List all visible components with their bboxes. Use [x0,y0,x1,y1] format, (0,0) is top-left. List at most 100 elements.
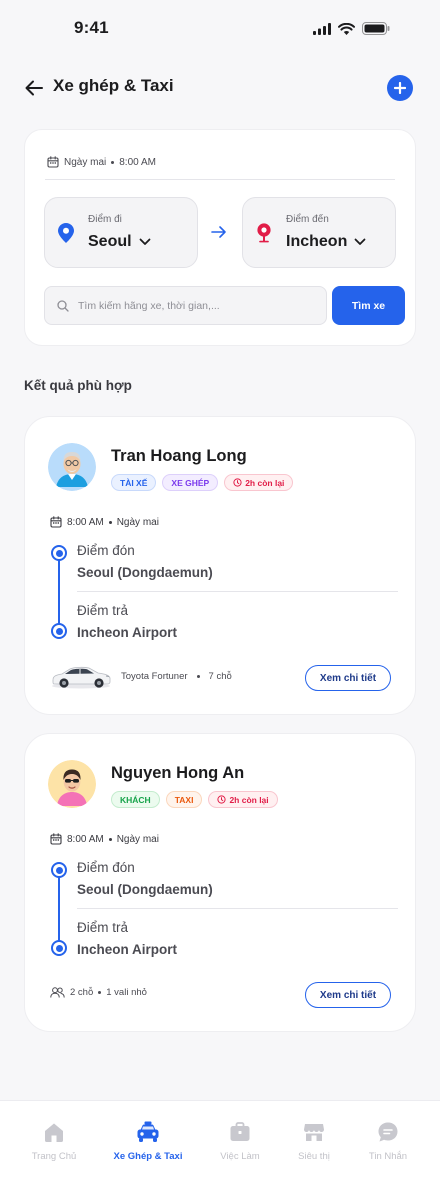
separator-dot [108,520,112,524]
results-title: Kết quả phù hợp [24,378,132,393]
calendar-icon [50,833,62,845]
view-details-button[interactable]: Xem chi tiết [305,982,391,1008]
search-time: 8:00 AM [119,156,156,168]
dropoff-value: Incheon Airport [77,625,177,640]
wifi-icon [338,22,355,35]
dropoff-value: Incheon Airport [77,942,177,957]
chevron-down-icon [139,238,150,245]
destination-value-row: Incheon [286,233,366,251]
destination-label: Điểm đến [286,214,329,225]
users-icon [50,987,65,998]
trip-time: 8:00 AM Ngày mai [50,516,159,528]
trip-time: 8:00 AM Ngày mai [50,833,159,845]
chat-icon [378,1122,398,1142]
time-left-text: 2h còn lại [245,477,285,488]
role-tag: TÀI XẾ [111,474,157,491]
dropoff-marker [51,940,67,956]
back-button[interactable] [22,76,46,100]
search-date-row[interactable]: Ngày mai 8:00 AM [47,156,156,168]
divider [77,591,398,592]
status-bar: 9:41 [0,0,440,56]
header: Xe ghép & Taxi [0,66,440,110]
origin-label: Điểm đi [88,214,122,225]
route-line [58,870,60,948]
clock-icon [217,795,227,804]
time-left-tag: 2h còn lại [208,791,278,808]
battery-icon [362,22,390,35]
add-button[interactable] [387,75,413,101]
role-tag: KHÁCH [111,791,160,808]
signal-icon [313,22,331,35]
view-details-button[interactable]: Xem chi tiết [305,665,391,691]
pickup-label: Điểm đón [77,543,135,558]
search-field[interactable] [44,286,327,325]
nav-item-home[interactable]: Trang Chủ [10,1121,98,1162]
vehicle-model: Toyota Fortuner [121,670,188,682]
tag-list: TÀI XẾ XE GHÉP 2h còn lại [111,474,294,491]
location-pin-icon [257,223,271,243]
ride-type-tag: TAXI [165,791,203,808]
destination-selector[interactable]: Điểm đến Incheon [242,197,396,268]
trip-date-value: Ngày mai [116,833,159,845]
passenger-info: 2 chỗ 1 vali nhỏ [50,987,147,998]
driver-name: Tran Hoang Long [111,447,247,465]
map-pin-icon [58,223,74,243]
chevron-down-icon [354,238,366,245]
pickup-value: Seoul (Dongdaemun) [77,882,213,897]
separator-dot [98,991,102,994]
avatar [48,443,96,491]
calendar-icon [50,516,62,528]
clock-icon [233,478,242,487]
search-input[interactable] [78,299,308,312]
plus-icon [394,82,406,94]
taxi-icon [137,1121,159,1142]
status-time: 9:41 [74,18,109,37]
trip-time-value: 8:00 AM [67,833,104,845]
time-left-text: 2h còn lại [229,794,269,805]
divider [45,179,395,180]
status-icons [313,22,390,35]
origin-value-row: Seoul [88,233,151,251]
nav-item-label: Trang Chủ [31,1151,77,1162]
search-icon [57,299,69,312]
trip-date-value: Ngày mai [116,516,159,528]
vehicle-seats: 7 chỗ [208,670,232,682]
nav-item-taxi[interactable]: Xe Ghép & Taxi [104,1121,192,1162]
vehicle-info: Toyota Fortuner 7 chỗ [50,663,232,689]
result-card[interactable]: Tran Hoang Long TÀI XẾ XE GHÉP 2h còn lạ… [24,416,416,715]
arrow-right-icon [211,226,226,238]
bottom-nav: Trang Chủ Xe Ghép & Taxi Việc Làm Siêu t… [0,1100,440,1186]
separator-dot [108,837,112,841]
trip-time-value: 8:00 AM [67,516,104,528]
nav-item-label: Việc Làm [220,1151,260,1162]
nav-item-label: Xe Ghép & Taxi [113,1151,183,1162]
pickup-value: Seoul (Dongdaemun) [77,565,213,580]
arrow-left-icon [25,80,43,96]
nav-item-messages[interactable]: Tin Nhắn [344,1121,432,1162]
dropoff-label: Điểm trả [77,603,129,618]
dropoff-label: Điểm trả [77,920,129,935]
pickup-marker [51,862,67,878]
store-icon [304,1124,324,1141]
origin-selector[interactable]: Điểm đi Seoul [44,197,198,268]
destination-value: Incheon [286,233,348,250]
calendar-icon [47,156,59,168]
search-card: Ngày mai 8:00 AM Điểm đi Seoul Điểm đến … [24,129,416,346]
route-line [58,553,60,631]
time-left-tag: 2h còn lại [224,474,294,491]
nav-item-label: Siêu thị [298,1151,330,1162]
origin-value: Seoul [88,233,132,250]
luggage-info: 1 vali nhỏ [106,987,147,998]
pickup-label: Điểm đón [77,860,135,875]
divider [77,908,398,909]
separator-dot [196,674,200,678]
search-date: Ngày mai [64,156,107,168]
search-button[interactable]: Tìm xe [332,286,405,325]
ride-type-tag: XE GHÉP [162,474,219,491]
result-card[interactable]: Nguyen Hong An KHÁCH TAXI 2h còn lại 8:0… [24,733,416,1032]
passenger-count: 2 chỗ [70,987,94,998]
briefcase-icon [230,1122,250,1141]
tag-list: KHÁCH TAXI 2h còn lại [111,791,278,808]
avatar [48,760,96,808]
separator-dot [111,160,115,164]
